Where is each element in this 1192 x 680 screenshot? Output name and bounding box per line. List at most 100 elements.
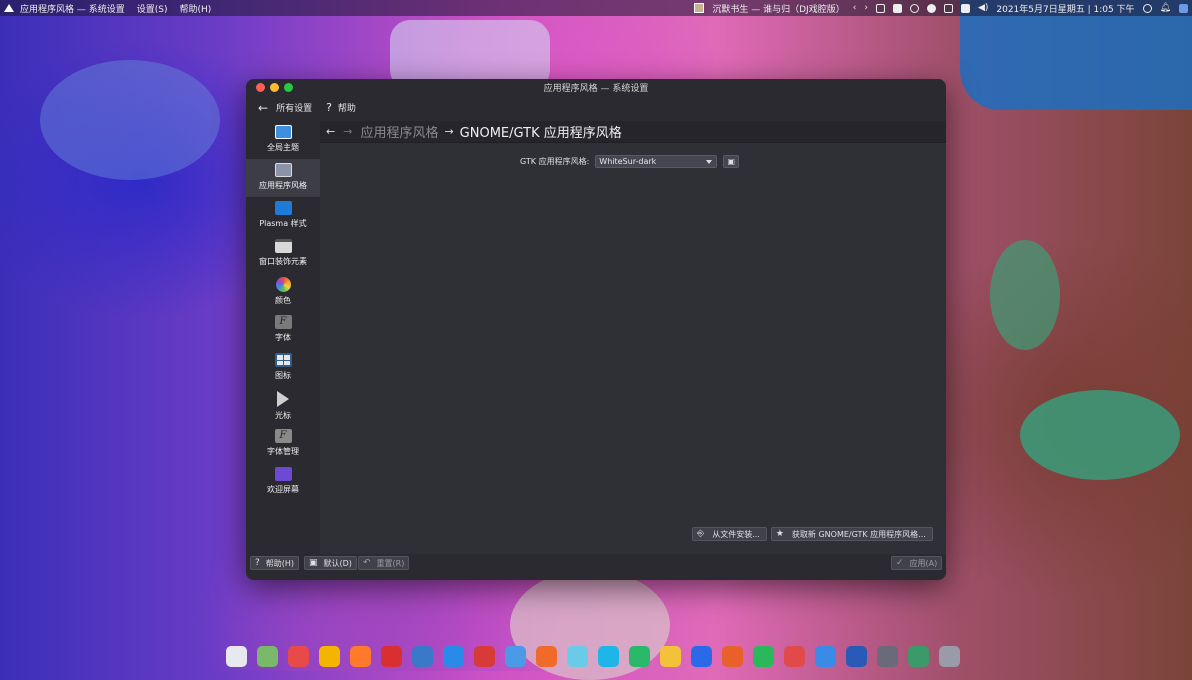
pet-icon[interactable]: [567, 645, 588, 667]
vscode-icon[interactable]: [443, 645, 464, 667]
banana-icon[interactable]: [660, 645, 681, 667]
wallpaper-shape: [40, 60, 220, 180]
get-new-styles-button[interactable]: ★ 获取新 GNOME/GTK 应用程序风格...: [770, 527, 933, 541]
system-settings-window: 应用程序风格 — 系统设置 ← 所有设置 ? 帮助 全局主题 应用程序风格 Pl…: [246, 79, 946, 580]
clipboard-icon[interactable]: [926, 3, 936, 13]
terminal-icon[interactable]: [908, 645, 929, 667]
panel-menu-settings[interactable]: 设置(S): [137, 2, 168, 15]
apply-button[interactable]: ✓ 应用(A): [891, 556, 943, 570]
defaults-button[interactable]: ▣ 默认(D): [304, 556, 357, 570]
obs-icon[interactable]: [877, 645, 898, 667]
check-icon: ✓: [896, 558, 904, 568]
show-desktop-icon[interactable]: [1179, 3, 1188, 13]
refresh-icon[interactable]: [1142, 3, 1152, 13]
breadcrumb: ← → 应用程序风格 → GNOME/GTK 应用程序风格: [320, 121, 946, 143]
footer-help-button[interactable]: ? 帮助(H): [250, 556, 300, 570]
sidebar-item-application-style[interactable]: 应用程序风格: [246, 159, 320, 197]
xmind-icon[interactable]: [474, 645, 495, 667]
sidebar-item-cursors[interactable]: 光标: [246, 387, 320, 425]
settings-sidebar: 全局主题 应用程序风格 Plasma 样式 窗口装饰元素 颜色 F 字体 图标: [246, 121, 320, 554]
cloud-icon[interactable]: [943, 3, 953, 13]
wps-presentation-icon[interactable]: [722, 645, 743, 667]
chevron-down-icon: [706, 160, 713, 164]
star-app-icon[interactable]: [598, 645, 619, 667]
plasma-style-icon: [274, 201, 292, 215]
sidebar-item-label: 欢迎屏幕: [267, 485, 299, 494]
battery-icon[interactable]: [960, 3, 970, 13]
sidebar-item-label: 字体管理: [267, 447, 299, 456]
now-playing[interactable]: 沉默书生 — 谁与归（DJ戏腔版）: [712, 2, 844, 15]
sidebar-item-splash-screen[interactable]: 欢迎屏幕: [246, 463, 320, 501]
markdown-icon[interactable]: [846, 645, 867, 667]
sidebar-item-label: 颜色: [275, 296, 291, 305]
trash-icon[interactable]: [939, 645, 960, 667]
back-arrow-icon[interactable]: ←: [258, 101, 268, 115]
launcher-logo-icon[interactable]: [4, 4, 14, 12]
launcher-icon[interactable]: [226, 645, 247, 667]
install-file-icon: ⎆: [697, 529, 705, 539]
help-icon: ?: [255, 558, 260, 568]
baidu-netdisk-icon[interactable]: [815, 645, 836, 667]
sidebar-item-fonts[interactable]: F 字体: [246, 311, 320, 349]
app-grid-icon[interactable]: [288, 645, 309, 667]
window-title: 应用程序风格 — 系统设置: [543, 84, 649, 94]
wps-spreadsheet-icon[interactable]: [753, 645, 774, 667]
sidebar-item-colors[interactable]: 颜色: [246, 273, 320, 311]
reset-button[interactable]: ↶ 重置(R): [358, 556, 410, 570]
cloud-icon[interactable]: [505, 645, 526, 667]
gtk-style-select[interactable]: WhiteSur-dark: [595, 155, 718, 168]
help-menu-button[interactable]: 帮助: [338, 101, 356, 114]
font-management-icon: F: [274, 429, 292, 443]
panel-menu-help[interactable]: 帮助(H): [179, 2, 211, 15]
media-prev-icon[interactable]: ‹: [853, 3, 857, 13]
sidebar-item-window-decorations[interactable]: 窗口装饰元素: [246, 235, 320, 273]
pen-icon[interactable]: [536, 645, 557, 667]
chrome-icon[interactable]: [319, 645, 340, 667]
datetime[interactable]: 2021年5月7日星期五 | 1:05 下午: [996, 2, 1134, 15]
sidebar-item-icons[interactable]: 图标: [246, 349, 320, 387]
netease-music-icon[interactable]: [381, 645, 402, 667]
play-store-icon[interactable]: [629, 645, 650, 667]
all-settings-button[interactable]: 所有设置: [276, 101, 312, 114]
reset-icon: ↶: [363, 558, 371, 568]
window-decoration-icon: [274, 239, 292, 253]
wps-pdf-icon[interactable]: [784, 645, 805, 667]
panel-app-name[interactable]: 应用程序风格 — 系统设置: [20, 2, 125, 15]
delete-theme-button[interactable]: ▣: [723, 155, 740, 168]
sidebar-item-label: 窗口装饰元素: [259, 257, 307, 266]
breadcrumb-parent[interactable]: 应用程序风格: [360, 122, 438, 141]
defaults-icon: ▣: [309, 558, 318, 568]
media-next-icon[interactable]: ›: [864, 3, 868, 13]
input-method-icon[interactable]: [892, 3, 902, 13]
volume-icon[interactable]: ◀): [978, 3, 988, 13]
sidebar-item-label: Plasma 样式: [259, 219, 307, 228]
wps-writer-icon[interactable]: [691, 645, 712, 667]
notification-bell-icon[interactable]: 🔔︎: [1160, 3, 1171, 13]
settings-content: ← → 应用程序风格 → GNOME/GTK 应用程序风格 GTK 应用程序风格…: [320, 121, 946, 554]
nav-forward-icon[interactable]: →: [343, 125, 352, 138]
trash-icon: ▣: [727, 157, 736, 166]
display-icon[interactable]: [875, 3, 885, 13]
colors-icon: [275, 277, 291, 292]
splash-screen-icon: [274, 467, 292, 481]
sidebar-item-plasma-style[interactable]: Plasma 样式: [246, 197, 320, 235]
defaults-label: 默认(D): [323, 558, 352, 568]
sidebar-item-font-management[interactable]: F 字体管理: [246, 425, 320, 463]
install-from-file-button[interactable]: ⎆ 从文件安装...: [692, 527, 767, 541]
steam-icon[interactable]: [412, 645, 433, 667]
icons-icon: [274, 353, 292, 367]
page-title: GNOME/GTK 应用程序风格: [459, 126, 622, 141]
gtk-style-row: GTK 应用程序风格: WhiteSur-dark ▣: [520, 155, 740, 168]
network-icon[interactable]: [909, 3, 919, 13]
sidebar-item-global-theme[interactable]: 全局主题: [246, 121, 320, 159]
window-titlebar[interactable]: 应用程序风格 — 系统设置: [246, 79, 946, 96]
nav-back-icon[interactable]: ←: [326, 125, 335, 138]
file-manager-icon[interactable]: [257, 645, 278, 667]
footer-help-label: 帮助(H): [265, 558, 295, 568]
install-from-file-label: 从文件安装...: [712, 529, 760, 539]
global-theme-icon: [274, 125, 292, 139]
album-art-icon[interactable]: [694, 3, 705, 13]
cursor-icon: [277, 391, 289, 407]
help-question-icon[interactable]: ?: [326, 101, 332, 114]
firefox-icon[interactable]: [350, 645, 371, 667]
